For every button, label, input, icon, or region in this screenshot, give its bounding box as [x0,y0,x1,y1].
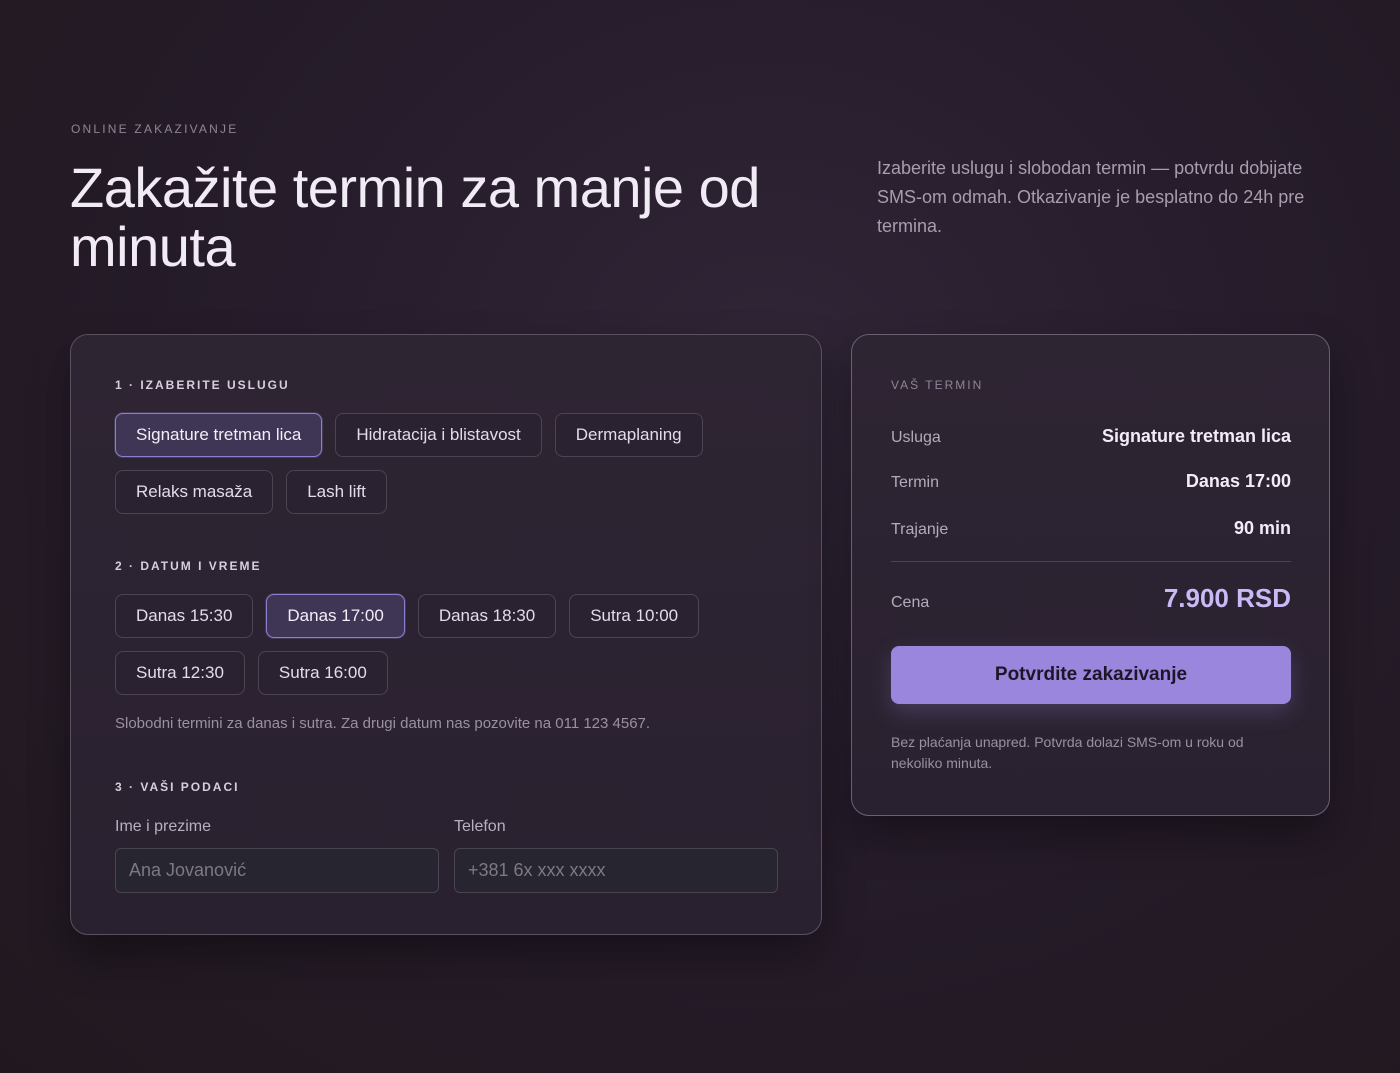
summary-row-duration: Trajanje 90 min [891,518,1291,539]
phone-label: Telefon [454,818,506,835]
summary-service-value: Signature tretman lica [1101,426,1291,446]
summary-note: Bez plaćanja unapred. Potvrda dolazi SMS… [891,734,1244,771]
name-label: Ime i prezime [115,818,212,835]
time-slot-options: Danas 15:30 Danas 17:00 Danas 18:30 Sutr… [115,594,715,695]
intro-text: Izaberite uslugu i slobodan termin — pot… [877,158,1305,236]
summary-row-service: Usluga Signature tretman lica [891,426,1291,447]
booking-form-card: 1 · IZABERITE USLUGU Signature tretman l… [70,334,822,935]
name-input[interactable] [115,848,439,893]
booking-summary-card: VAŠ TERMIN Usluga Signature tretman lica… [851,334,1330,816]
page-title: Zakažite termin za manje od minuta [70,156,760,278]
summary-service-key: Usluga [891,429,941,446]
section-eyebrow: ONLINE ZAKAZIVANJE [71,122,239,136]
service-chip-dermaplaning[interactable]: Dermaplaning [554,413,703,457]
summary-row-price: Cena 7.900 RSD [891,583,1291,614]
step-2-label: 2 · DATUM I VREME [115,559,262,573]
summary-row-time: Termin Danas 17:00 [891,471,1291,492]
phone-input[interactable] [454,848,778,893]
service-options: Signature tretman lica Hidratacija i bli… [115,413,735,514]
summary-time-key: Termin [891,474,940,491]
summary-time-value: Danas 17:00 [1185,471,1291,491]
service-chip-lash-lift[interactable]: Lash lift [286,470,387,514]
slot-chip-danas-1700[interactable]: Danas 17:00 [266,594,405,638]
confirm-booking-button[interactable]: Potvrdite zakazivanje [891,646,1291,704]
slots-hint: Slobodni termini za danas i sutra. Za dr… [115,715,651,732]
slot-chip-danas-1530[interactable]: Danas 15:30 [115,594,254,638]
service-chip-relaks-masaza[interactable]: Relaks masaža [115,470,274,514]
summary-duration-key: Trajanje [891,521,949,538]
step-3-label: 3 · VAŠI PODACI [115,780,240,794]
step-1-label: 1 · IZABERITE USLUGU [115,378,290,392]
summary-price-key: Cena [891,594,930,611]
slot-chip-danas-1830[interactable]: Danas 18:30 [417,594,557,638]
summary-duration-value: 90 min [1233,518,1291,538]
slot-chip-sutra-1600[interactable]: Sutra 16:00 [257,651,388,695]
summary-divider [891,561,1291,562]
service-chip-hidratacija[interactable]: Hidratacija i blistavost [335,413,542,457]
slot-chip-sutra-1000[interactable]: Sutra 10:00 [569,594,700,638]
slot-chip-sutra-1230[interactable]: Sutra 12:30 [115,651,245,695]
summary-eyebrow: VAŠ TERMIN [891,378,984,392]
summary-price-value: 7.900 RSD [1163,583,1291,613]
service-chip-signature[interactable]: Signature tretman lica [115,413,323,457]
booking-page: ONLINE ZAKAZIVANJE Zakažite termin za ma… [0,0,1400,1073]
